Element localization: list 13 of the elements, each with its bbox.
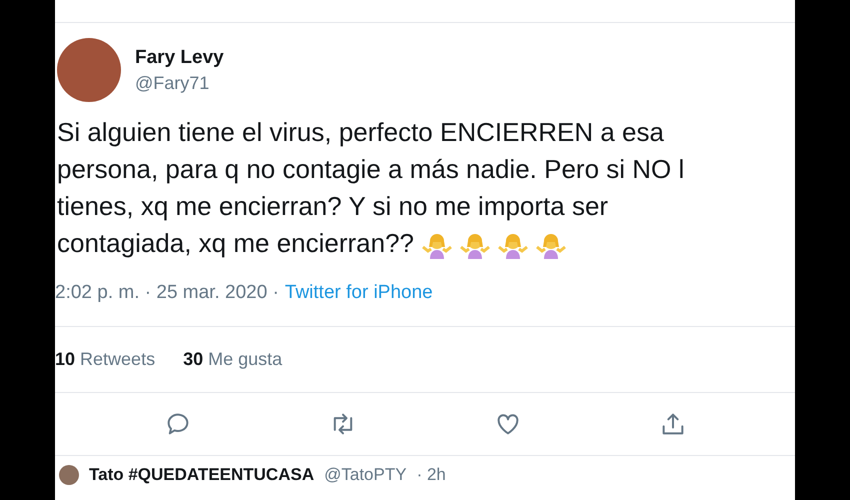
tweet-text-line: persona, para q no contagie a más nadie. Pero si NO l (57, 153, 684, 186)
tweet-text-line: contagiada, xq me encierran?? (57, 227, 414, 260)
tweet-text-line: tienes, xq me encierran? Y si no me importa ser (57, 190, 608, 223)
tweet-timestamp: · 2h (416, 464, 446, 486)
tweet-text-line: Si alguien tiene el virus, perfecto ENCIERREN a esa (57, 116, 664, 149)
author-name[interactable]: Fary Levy (135, 45, 224, 71)
tweet-timestamp: 2:02 p. m. · 25 mar. 2020 · (55, 281, 279, 305)
stat-link[interactable]: 30 Me gusta (183, 346, 282, 373)
author-handle[interactable]: @Fary71 (135, 71, 224, 95)
author-handle[interactable]: @TatoPTY (324, 462, 407, 488)
author-name[interactable]: Tato #QUEDATEENTUCASA (89, 462, 314, 488)
stat-link[interactable]: 10 Retweets (55, 346, 156, 373)
avatar-photo (59, 464, 79, 485)
